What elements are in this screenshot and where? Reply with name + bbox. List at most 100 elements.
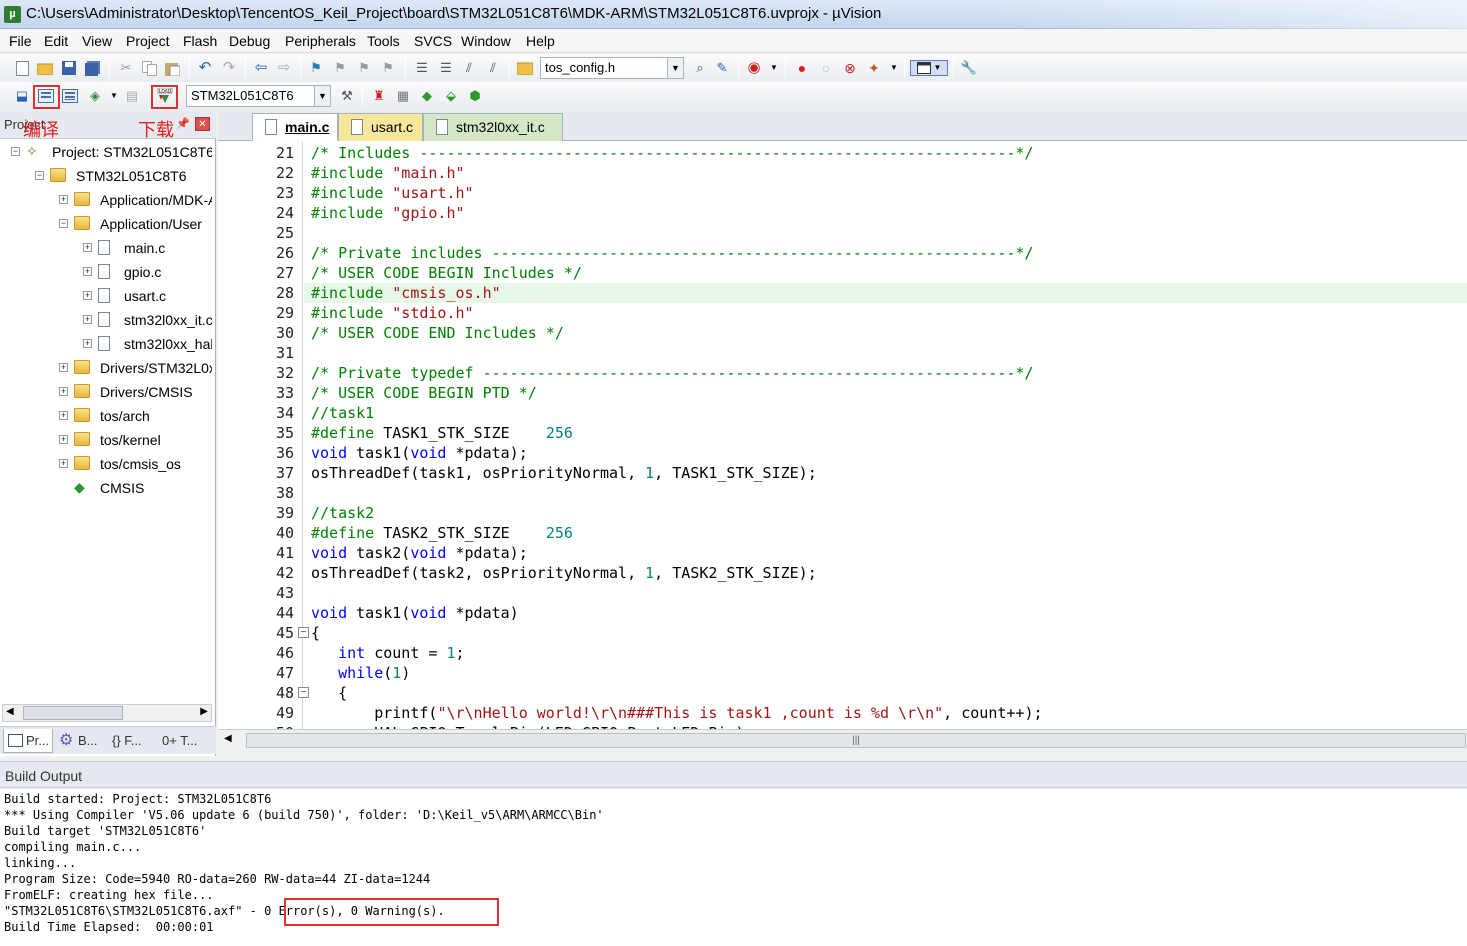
tree-item[interactable]: + Drivers/STM32L0xx_HAL_Driver bbox=[0, 357, 212, 379]
code-line[interactable]: #include "cmsis_os.h" bbox=[311, 283, 501, 303]
expand-icon[interactable]: + bbox=[83, 291, 92, 300]
tree-item[interactable]: + tos/kernel bbox=[0, 429, 212, 451]
tab-project[interactable]: Pr... bbox=[3, 729, 53, 753]
collapse-icon[interactable]: − bbox=[59, 219, 68, 228]
tab-main-c[interactable]: main.c bbox=[252, 113, 338, 141]
tree-item[interactable]: + tos/arch bbox=[0, 405, 212, 427]
chevron-down-icon[interactable]: ▼ bbox=[766, 60, 782, 76]
code-line[interactable]: void task2(void *pdata); bbox=[311, 543, 528, 563]
chevron-down-icon[interactable]: ▼ bbox=[667, 58, 683, 78]
comment-icon[interactable]: ⫽ bbox=[461, 60, 477, 76]
menu-help[interactable]: Help bbox=[526, 33, 555, 49]
manage-rte-icon[interactable]: ◆ bbox=[419, 88, 435, 104]
expand-icon[interactable]: + bbox=[59, 363, 68, 372]
fold-icon[interactable]: − bbox=[298, 687, 309, 698]
expand-icon[interactable]: + bbox=[59, 195, 68, 204]
code-line[interactable]: /* USER CODE BEGIN PTD */ bbox=[311, 383, 537, 403]
redo-icon[interactable]: ↷ bbox=[221, 60, 237, 76]
cut-icon[interactable]: ✂ bbox=[118, 60, 134, 76]
prev-bookmark-icon[interactable]: ⚑ bbox=[332, 60, 348, 76]
tab-stm32l0xx-it-c[interactable]: stm32l0xx_it.c bbox=[423, 113, 563, 141]
tree-item[interactable]: − Application/User bbox=[0, 213, 212, 235]
code-line[interactable]: //task2 bbox=[311, 503, 374, 523]
unindent-icon[interactable]: ☰ bbox=[438, 60, 454, 76]
batch-build-icon[interactable]: ◈ bbox=[87, 88, 103, 104]
code-line[interactable]: #include "stdio.h" bbox=[311, 303, 474, 323]
expand-icon[interactable]: + bbox=[59, 459, 68, 468]
find-icon[interactable]: ⌕ bbox=[692, 60, 708, 76]
tab-functions[interactable]: {} F... bbox=[108, 729, 158, 753]
build-output-panel[interactable]: Build started: Project: STM32L051C8T6 ***… bbox=[0, 789, 1467, 946]
tree-item[interactable]: + stm32l0xx_it.c bbox=[0, 309, 212, 331]
indent-icon[interactable]: ☰ bbox=[414, 60, 430, 76]
fold-icon[interactable]: − bbox=[298, 627, 309, 638]
code-line[interactable]: { bbox=[311, 683, 347, 703]
kill-breakpoints-icon[interactable]: ⊗ bbox=[842, 60, 858, 76]
window-layout-icon[interactable]: ▼ bbox=[910, 60, 948, 76]
tree-item[interactable]: + main.c bbox=[0, 237, 212, 259]
find-in-files-icon[interactable] bbox=[517, 60, 533, 76]
code-line[interactable]: printf("\r\nHello world!\r\n###This is t… bbox=[311, 703, 1042, 723]
breakpoint-icon[interactable]: ● bbox=[794, 60, 810, 76]
menu-debug[interactable]: Debug bbox=[229, 33, 270, 49]
tree-item[interactable]: + usart.c bbox=[0, 285, 212, 307]
scroll-thumb[interactable]: ||| bbox=[246, 733, 1466, 748]
code-line[interactable]: #define TASK2_STK_SIZE 256 bbox=[311, 523, 573, 543]
find-combo[interactable]: tos_config.h ▼ bbox=[540, 57, 684, 79]
file-extensions-icon[interactable]: ▦ bbox=[395, 88, 411, 104]
menu-flash[interactable]: Flash bbox=[183, 33, 217, 49]
code-line[interactable]: /* USER CODE END Includes */ bbox=[311, 323, 564, 343]
close-icon[interactable]: ✕ bbox=[195, 117, 210, 131]
code-line[interactable]: int count = 1; bbox=[311, 643, 464, 663]
bookmark-icon[interactable]: ⚑ bbox=[308, 60, 324, 76]
uncomment-icon[interactable]: ⫽ bbox=[485, 60, 501, 76]
debug-session-icon[interactable]: ◉ bbox=[746, 60, 762, 76]
code-line[interactable]: #define TASK1_STK_SIZE 256 bbox=[311, 423, 573, 443]
pack-installer-icon[interactable]: ⬢ bbox=[467, 88, 483, 104]
save-all-icon[interactable] bbox=[84, 60, 100, 76]
undo-icon[interactable]: ↶ bbox=[197, 60, 213, 76]
tree-item[interactable]: + gpio.c bbox=[0, 261, 212, 283]
tree-item[interactable]: + tos/cmsis_os bbox=[0, 453, 212, 475]
scroll-left-icon[interactable]: ◀ bbox=[224, 733, 232, 744]
new-file-icon[interactable] bbox=[14, 60, 30, 76]
translate-icon[interactable]: ⬓ bbox=[14, 88, 30, 104]
stop-build-icon[interactable]: ▤ bbox=[124, 88, 140, 104]
target-select[interactable]: STM32L051C8T6 ▼ bbox=[186, 85, 331, 107]
editor-hscrollbar[interactable]: ◀ ||| bbox=[218, 729, 1467, 751]
incremental-find-icon[interactable]: ✎ bbox=[714, 60, 730, 76]
tab-templates[interactable]: 0+ T... bbox=[158, 729, 210, 753]
disable-breakpoint-icon[interactable]: ○ bbox=[818, 60, 834, 76]
collapse-icon[interactable]: − bbox=[35, 171, 44, 180]
open-folder-icon[interactable] bbox=[37, 60, 53, 76]
rebuild-icon[interactable] bbox=[62, 88, 78, 104]
scroll-left-icon[interactable]: ◀ bbox=[6, 706, 14, 717]
code-line[interactable]: void task1(void *pdata); bbox=[311, 443, 528, 463]
expand-icon[interactable]: + bbox=[83, 339, 92, 348]
configure-icon[interactable]: ✦ bbox=[866, 60, 882, 76]
tree-item[interactable]: + Application/MDK-ARM bbox=[0, 189, 212, 211]
expand-icon[interactable]: + bbox=[59, 387, 68, 396]
menu-window[interactable]: Window bbox=[461, 33, 511, 49]
code-line[interactable]: { bbox=[311, 623, 320, 643]
menu-tools[interactable]: Tools bbox=[367, 33, 400, 49]
code-line[interactable]: /* Private typedef ---------------------… bbox=[311, 363, 1033, 383]
project-hscrollbar[interactable]: ◀ ▶ bbox=[2, 704, 212, 722]
collapse-icon[interactable]: − bbox=[11, 147, 20, 156]
tree-item[interactable]: + Drivers/CMSIS bbox=[0, 381, 212, 403]
chevron-down-icon[interactable]: ▼ bbox=[314, 86, 330, 106]
code-line[interactable]: #include "usart.h" bbox=[311, 183, 474, 203]
code-line[interactable]: /* USER CODE BEGIN Includes */ bbox=[311, 263, 582, 283]
tools-wrench-icon[interactable]: 🔧 bbox=[961, 60, 977, 76]
copy-icon[interactable] bbox=[141, 60, 157, 76]
code-line[interactable]: osThreadDef(task1, osPriorityNormal, 1, … bbox=[311, 463, 817, 483]
tab-books[interactable]: ⚙ B... bbox=[56, 729, 106, 753]
menu-svcs[interactable]: SVCS bbox=[414, 33, 452, 49]
save-icon[interactable] bbox=[61, 60, 77, 76]
expand-icon[interactable]: + bbox=[83, 267, 92, 276]
scroll-thumb[interactable] bbox=[23, 706, 123, 720]
menu-peripherals[interactable]: Peripherals bbox=[285, 33, 356, 49]
menu-edit[interactable]: Edit bbox=[44, 33, 68, 49]
tab-usart-c[interactable]: usart.c bbox=[338, 113, 423, 141]
clear-bookmarks-icon[interactable]: ⚑ bbox=[380, 60, 396, 76]
